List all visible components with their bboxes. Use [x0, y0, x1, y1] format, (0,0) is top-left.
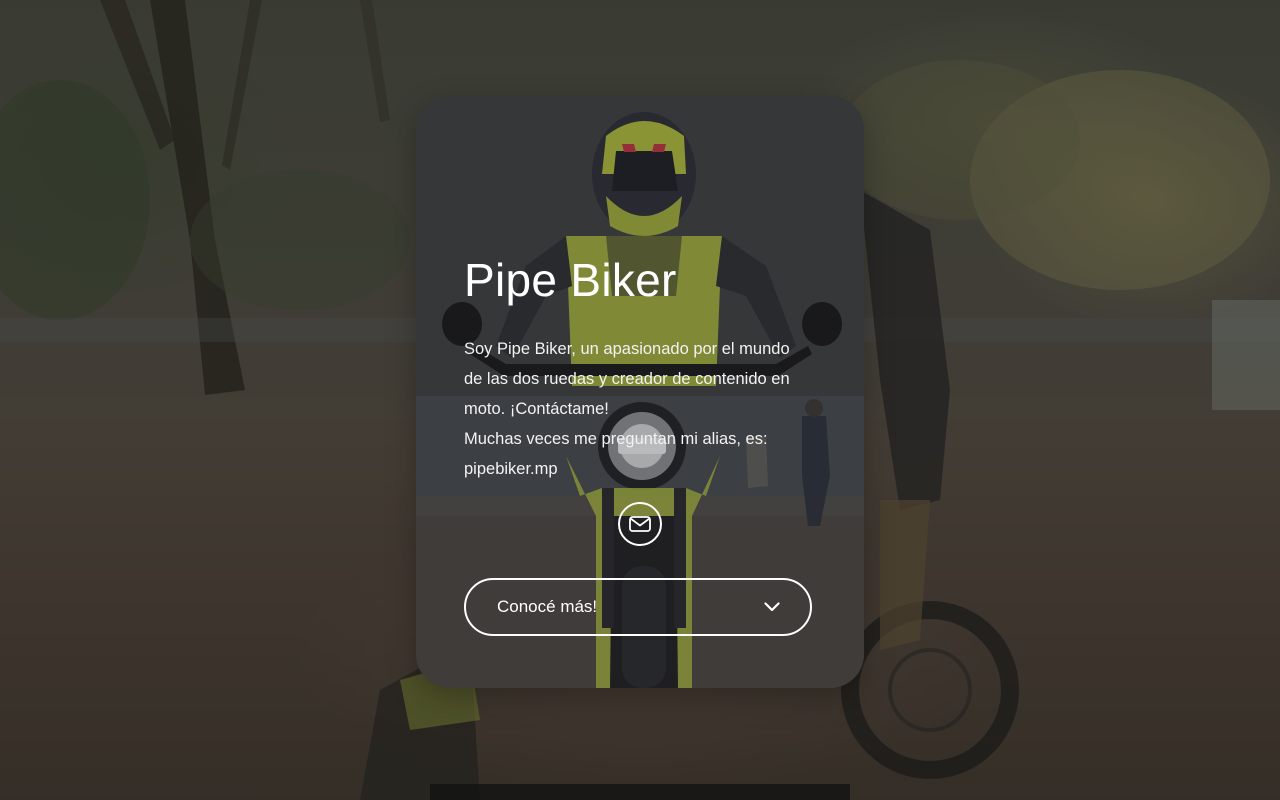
bottom-bar — [430, 784, 850, 800]
envelope-icon — [629, 516, 651, 532]
email-contact-button[interactable] — [618, 502, 662, 546]
profile-content: Pipe Biker Soy Pipe Biker, un apasionado… — [464, 246, 816, 484]
profile-description: Soy Pipe Biker, un apasionado por el mun… — [464, 334, 816, 484]
description-line: Soy Pipe Biker, un apasionado por el mun… — [464, 340, 790, 358]
learn-more-label: Conocé más! — [497, 597, 598, 616]
description-line: moto. ¡Contáctame! — [464, 400, 609, 418]
description-line: de las dos ruedas y creador de contenido… — [464, 370, 790, 388]
description-line: pipebiker.mp — [464, 460, 558, 478]
learn-more-dropdown[interactable]: Conocé más! — [464, 578, 812, 636]
description-line: Muchas veces me preguntan mi alias, es: — [464, 430, 768, 448]
profile-name: Pipe Biker — [464, 254, 677, 306]
profile-card: Pipe Biker Soy Pipe Biker, un apasionado… — [416, 96, 864, 688]
chevron-down-icon — [764, 602, 780, 612]
